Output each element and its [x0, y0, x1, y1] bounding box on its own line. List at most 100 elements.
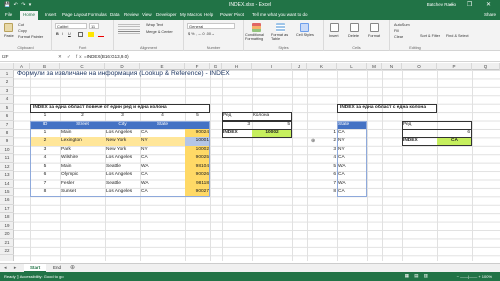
- col-number[interactable]: 1: [30, 112, 60, 120]
- column-header-h[interactable]: H: [222, 63, 252, 70]
- tab-help[interactable]: Help: [204, 12, 213, 17]
- table-cell-city[interactable]: New York: [105, 146, 140, 154]
- table-cell-zip[interactable]: 90026: [185, 171, 210, 179]
- table-cell-city[interactable]: New York: [105, 137, 140, 145]
- state-cell[interactable]: WA: [337, 180, 347, 188]
- sheet-nav-arrows[interactable]: ◂ ▸: [4, 265, 19, 271]
- bold-button[interactable]: B: [56, 32, 59, 36]
- format-table-icon[interactable]: [276, 23, 285, 32]
- column-header-b[interactable]: B: [30, 63, 60, 70]
- row-header[interactable]: 9: [0, 137, 14, 146]
- paste-icon[interactable]: [4, 23, 13, 32]
- share-button[interactable]: Share: [484, 12, 496, 17]
- tab-data[interactable]: Data: [110, 12, 120, 17]
- state-row-number[interactable]: 3: [307, 146, 337, 154]
- column-header-k[interactable]: K: [307, 63, 337, 70]
- table-cell-id[interactable]: 8: [30, 188, 60, 196]
- column-header-n[interactable]: N: [382, 63, 402, 70]
- font-color-icon[interactable]: [98, 32, 104, 37]
- table-cell-id[interactable]: 6: [30, 171, 60, 179]
- tell-me-search[interactable]: Tell me what you want to do: [252, 12, 308, 17]
- column-header-i[interactable]: I: [252, 63, 292, 70]
- row-header[interactable]: 7: [0, 121, 14, 129]
- find-select-button[interactable]: Find & Select: [446, 34, 469, 38]
- row-header[interactable]: 14: [0, 180, 14, 188]
- col-number[interactable]: 5: [185, 112, 210, 120]
- table-cell-state[interactable]: WA: [140, 180, 185, 188]
- tab-power-pivot[interactable]: Power Pivot: [220, 12, 244, 17]
- state-cell[interactable]: CA: [337, 129, 346, 137]
- table-cell-id[interactable]: 4: [30, 154, 60, 162]
- formula-bar-icons[interactable]: ✕ ✓ fx: [58, 54, 84, 60]
- format-button[interactable]: Format: [368, 34, 380, 38]
- table-cell-state[interactable]: CA: [140, 129, 185, 137]
- row-header[interactable]: 18: [0, 213, 14, 222]
- column-header-a[interactable]: A: [14, 63, 30, 70]
- col-number[interactable]: 2: [60, 112, 105, 120]
- tab-view[interactable]: View: [142, 12, 152, 17]
- column-header-j[interactable]: J: [292, 63, 307, 70]
- table-cell-zip[interactable]: 10002: [185, 146, 210, 154]
- state-cell[interactable]: CA: [337, 188, 346, 196]
- table-cell-street[interactable]: Lexington: [60, 137, 105, 145]
- table-cell-city[interactable]: Seattle: [105, 180, 140, 188]
- section1-title[interactable]: INDEX за една област повече от един ред …: [32, 104, 168, 112]
- table-cell-city[interactable]: Los Angeles: [105, 188, 140, 196]
- tab-review[interactable]: Review: [124, 12, 139, 17]
- table-cell-street[interactable]: Fesler: [60, 180, 105, 188]
- insert-button[interactable]: Insert: [329, 34, 339, 38]
- row-header[interactable]: 15: [0, 188, 14, 197]
- column-header-g[interactable]: G: [210, 63, 222, 70]
- state-cell[interactable]: CA: [337, 154, 346, 162]
- table-cell-street[interactable]: Main: [60, 163, 105, 171]
- wrap-text-button[interactable]: Wrap Text: [146, 23, 163, 27]
- table-cell-id[interactable]: 5: [30, 163, 60, 171]
- table-cell-street[interactable]: Sunset: [60, 188, 105, 196]
- table-cell-zip[interactable]: 90027: [185, 188, 210, 196]
- state-cell[interactable]: NY: [337, 146, 346, 154]
- tab-formulas[interactable]: Formulas: [88, 12, 107, 17]
- zoom-slider[interactable]: − ——|—— + 100%: [457, 274, 492, 279]
- window-controls[interactable]: – ❐ ✕: [450, 1, 497, 8]
- row-header[interactable]: 13: [0, 171, 14, 180]
- table-cell-state[interactable]: WA: [140, 163, 185, 171]
- table-cell-city[interactable]: Seattle: [105, 163, 140, 171]
- tab-home[interactable]: Home: [20, 11, 39, 20]
- table-cell-id[interactable]: 7: [30, 180, 60, 188]
- col-number[interactable]: 3: [105, 112, 140, 120]
- autosum-button[interactable]: AutoSum: [394, 23, 410, 27]
- table-cell-city[interactable]: Los Angeles: [105, 154, 140, 162]
- row-header[interactable]: 1: [0, 70, 14, 79]
- section2-title[interactable]: INDEX за една област с една колона: [339, 104, 427, 112]
- table-cell-zip[interactable]: 90024: [185, 129, 210, 137]
- table-cell-street[interactable]: Main: [60, 129, 105, 137]
- formula-input[interactable]: =INDEX(B16:G13,9.0): [84, 54, 129, 60]
- row-header[interactable]: 20: [0, 230, 14, 239]
- state-row-number[interactable]: 7: [307, 180, 337, 188]
- row-header[interactable]: 3: [0, 87, 14, 96]
- table-cell-zip[interactable]: 10001: [185, 137, 210, 145]
- table-cell-state[interactable]: NY: [140, 137, 185, 145]
- row-header[interactable]: 22: [0, 247, 14, 256]
- col-number[interactable]: 4: [140, 112, 185, 120]
- format-as-table-button[interactable]: Format as Table: [271, 33, 293, 41]
- sheet-tab-start[interactable]: Start: [24, 264, 47, 272]
- row-header[interactable]: 12: [0, 163, 14, 172]
- tab-my-macros[interactable]: My Macros: [180, 12, 202, 17]
- paste-button[interactable]: Paste: [4, 34, 14, 38]
- sort-filter-button[interactable]: Sort & Filter: [420, 34, 440, 38]
- table-cell-state[interactable]: CA: [140, 171, 185, 179]
- column-header-l[interactable]: L: [337, 63, 367, 70]
- state-cell[interactable]: NY: [337, 137, 346, 145]
- add-sheet-icon[interactable]: ⊕: [70, 264, 75, 271]
- delete-cells-icon[interactable]: [350, 23, 359, 32]
- table-cell-state[interactable]: NY: [140, 146, 185, 154]
- column-header-d[interactable]: D: [105, 63, 140, 70]
- state-row-number[interactable]: 6: [307, 171, 337, 179]
- table-cell-street[interactable]: Park: [60, 146, 105, 154]
- column-header-e[interactable]: E: [140, 63, 185, 70]
- view-mode-icons[interactable]: ▦ ▤ ▥: [405, 273, 430, 279]
- column-header-q[interactable]: Q: [472, 63, 500, 70]
- format-cells-icon[interactable]: [370, 23, 379, 32]
- conditional-formatting-button[interactable]: Conditional Formatting: [245, 33, 269, 41]
